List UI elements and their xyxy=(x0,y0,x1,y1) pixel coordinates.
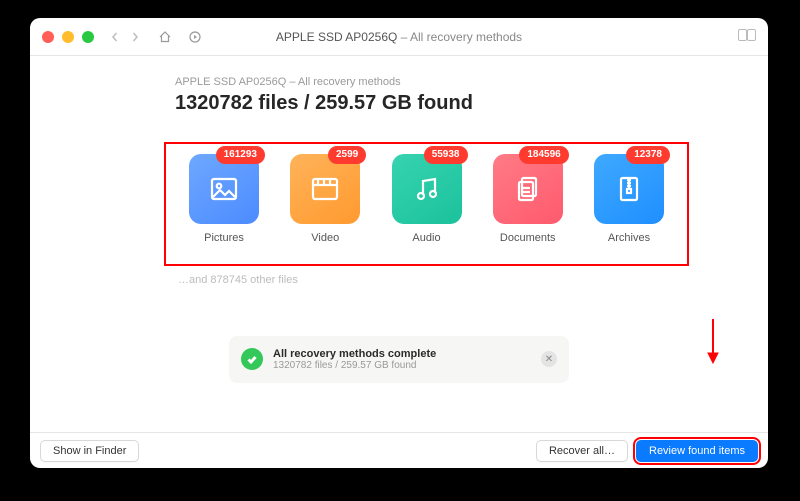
category-documents[interactable]: 184596 Documents xyxy=(482,154,574,260)
audio-label: Audio xyxy=(412,232,440,244)
picture-icon xyxy=(207,172,241,206)
minimize-window-button[interactable] xyxy=(62,31,74,43)
review-found-items-button[interactable]: Review found items xyxy=(636,440,758,462)
status-title: All recovery methods complete xyxy=(273,348,436,360)
close-window-button[interactable] xyxy=(42,31,54,43)
title-sub: All recovery methods xyxy=(410,30,522,44)
title-main: APPLE SSD AP0256Q xyxy=(276,30,397,44)
titlebar: APPLE SSD AP0256Q – All recovery methods xyxy=(30,18,768,56)
summary-headline: 1320782 files / 259.57 GB found xyxy=(175,92,768,115)
video-label: Video xyxy=(311,232,339,244)
documents-label: Documents xyxy=(500,232,556,244)
archive-icon xyxy=(612,172,646,206)
footer-bar: Show in Finder Recover all… Review found… xyxy=(30,432,768,468)
status-subtitle: 1320782 files / 259.57 GB found xyxy=(273,360,436,371)
recover-all-button[interactable]: Recover all… xyxy=(536,440,628,462)
video-tile: 2599 xyxy=(290,154,360,224)
dismiss-status-button[interactable]: ✕ xyxy=(541,351,557,367)
show-in-finder-button[interactable]: Show in Finder xyxy=(40,440,139,462)
document-icon xyxy=(511,172,545,206)
breadcrumb: APPLE SSD AP0256Q – All recovery methods xyxy=(175,76,768,88)
back-button[interactable] xyxy=(108,30,122,44)
pictures-label: Pictures xyxy=(204,232,244,244)
annotation-arrow xyxy=(706,317,720,370)
video-icon xyxy=(308,172,342,206)
window-controls xyxy=(42,31,94,43)
archives-tile: 12378 xyxy=(594,154,664,224)
pictures-count-badge: 161293 xyxy=(216,146,265,164)
other-files-note: …and 878745 other files xyxy=(178,274,298,286)
status-banner: All recovery methods complete 1320782 fi… xyxy=(229,336,569,382)
success-check-icon xyxy=(241,348,263,370)
archives-label: Archives xyxy=(608,232,650,244)
category-audio[interactable]: 55938 Audio xyxy=(381,154,473,260)
view-toggle-button[interactable] xyxy=(738,28,756,46)
pictures-tile: 161293 xyxy=(189,154,259,224)
zoom-window-button[interactable] xyxy=(82,31,94,43)
archives-count-badge: 12378 xyxy=(626,146,670,164)
music-note-icon xyxy=(410,172,444,206)
category-archives[interactable]: 12378 Archives xyxy=(583,154,675,260)
content-area: APPLE SSD AP0256Q – All recovery methods… xyxy=(30,56,768,432)
status-text: All recovery methods complete 1320782 fi… xyxy=(273,348,436,371)
category-group-highlight: 161293 Pictures 2599 Video 55938 Audio xyxy=(164,142,689,266)
nav-controls xyxy=(108,30,202,44)
video-count-badge: 2599 xyxy=(328,146,366,164)
rescan-button[interactable] xyxy=(188,30,202,44)
category-pictures[interactable]: 161293 Pictures xyxy=(178,154,270,260)
audio-count-badge: 55938 xyxy=(424,146,468,164)
category-video[interactable]: 2599 Video xyxy=(279,154,371,260)
documents-tile: 184596 xyxy=(493,154,563,224)
forward-button[interactable] xyxy=(128,30,142,44)
documents-count-badge: 184596 xyxy=(519,146,568,164)
app-window: APPLE SSD AP0256Q – All recovery methods… xyxy=(30,18,768,468)
home-button[interactable] xyxy=(158,30,172,44)
audio-tile: 55938 xyxy=(392,154,462,224)
